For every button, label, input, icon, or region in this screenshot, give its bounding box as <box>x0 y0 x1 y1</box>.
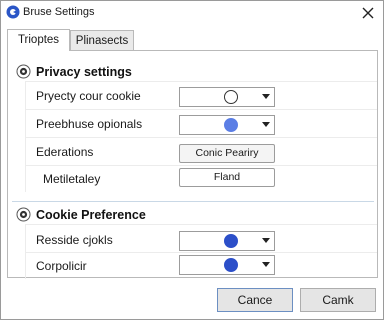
gear-icon <box>16 207 31 222</box>
resside-select[interactable] <box>179 231 275 251</box>
title-bar: Bruse Settings <box>1 1 383 26</box>
row-label: Resside cjokls <box>36 233 113 247</box>
section-privacy-header: Privacy settings <box>16 64 132 79</box>
corpolicir-select[interactable] <box>179 255 275 275</box>
section-cookie-header: Cookie Preference <box>16 207 146 222</box>
row-divider <box>25 137 377 138</box>
row-label: Metiletaley <box>43 172 101 186</box>
color-swatch <box>224 90 238 104</box>
app-icon <box>6 5 20 19</box>
confirm-button[interactable]: Camk <box>300 288 376 312</box>
section-divider <box>12 201 374 202</box>
color-swatch <box>224 118 238 132</box>
optionals-select[interactable] <box>179 115 275 135</box>
cookie-select[interactable] <box>179 87 275 107</box>
gear-icon <box>16 64 31 79</box>
settings-dialog: Bruse Settings Trioptes Plinasects Priva… <box>0 0 384 320</box>
close-icon <box>362 7 374 19</box>
row-divider <box>25 252 377 253</box>
row-label: Ederations <box>36 145 94 159</box>
close-button[interactable] <box>357 2 379 24</box>
color-swatch <box>224 258 238 272</box>
chevron-down-icon <box>262 238 270 243</box>
section-privacy-title: Privacy settings <box>36 64 132 79</box>
row-divider <box>25 224 377 225</box>
settings-panel: Privacy settings Pryecty cour cookie Pre… <box>7 50 378 279</box>
row-label: Corpolicir <box>36 259 87 273</box>
color-swatch <box>224 234 238 248</box>
row-divider <box>25 109 377 110</box>
row-divider <box>25 81 377 82</box>
tab-trioptes[interactable]: Trioptes <box>7 29 70 51</box>
row-label: Pryecty cour cookie <box>36 89 141 103</box>
chevron-down-icon <box>262 262 270 267</box>
chevron-down-icon <box>262 122 270 127</box>
section-cookie-title: Cookie Preference <box>36 207 146 222</box>
row-divider <box>25 165 377 166</box>
fland-button[interactable]: Fland <box>179 168 275 187</box>
chevron-down-icon <box>262 94 270 99</box>
tab-plinasects[interactable]: Plinasects <box>70 30 134 50</box>
window-title: Bruse Settings <box>23 6 95 18</box>
row-label: Preebhuse opionals <box>36 117 143 131</box>
ederations-button[interactable]: Conic Peariry <box>179 144 275 163</box>
cancel-button[interactable]: Cance <box>217 288 293 312</box>
